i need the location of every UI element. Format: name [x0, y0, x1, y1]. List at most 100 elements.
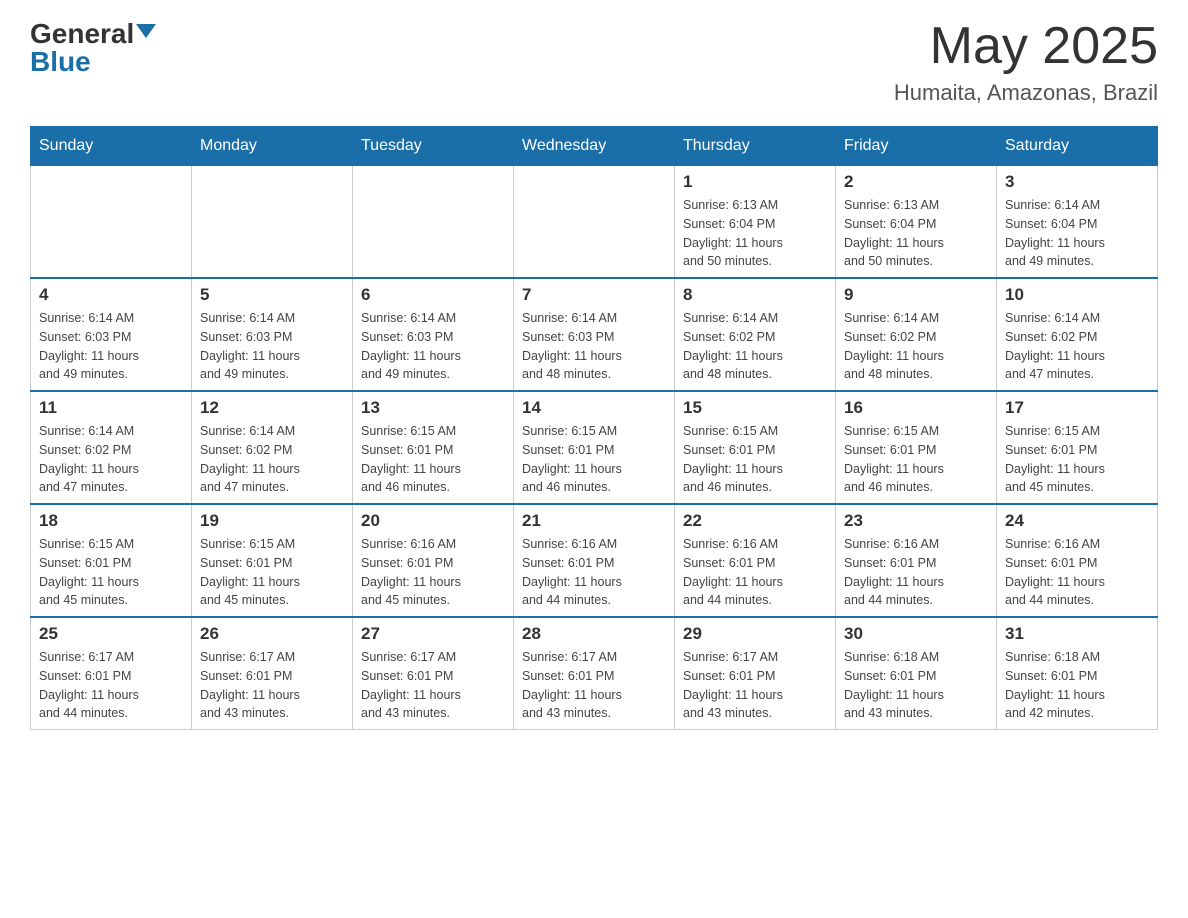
day-info: Sunrise: 6:17 AM Sunset: 6:01 PM Dayligh… — [683, 648, 827, 723]
calendar-cell: 7 Sunrise: 6:14 AM Sunset: 6:03 PM Daylig… — [514, 278, 675, 391]
calendar-cell: 30 Sunrise: 6:18 AM Sunset: 6:01 PM Dayli… — [836, 617, 997, 730]
day-info: Sunrise: 6:14 AM Sunset: 6:02 PM Dayligh… — [844, 309, 988, 384]
day-number: 22 — [683, 511, 827, 531]
calendar-cell: 12Sunrise: 6:14 AM Sunset: 6:02 PM Dayli… — [192, 391, 353, 504]
day-info: Sunrise: 6:15 AM Sunset: 6:01 PM Dayligh… — [200, 535, 344, 610]
day-info: Sunrise: 6:16 AM Sunset: 6:01 PM Dayligh… — [522, 535, 666, 610]
title-section: May 2025 Humaita, Amazonas, Brazil — [894, 20, 1158, 106]
day-info: Sunrise: 6:14 AM Sunset: 6:03 PM Dayligh… — [200, 309, 344, 384]
day-info: Sunrise: 6:18 AM Sunset: 6:01 PM Dayligh… — [844, 648, 988, 723]
day-number: 5 — [200, 285, 344, 305]
calendar-cell: 6 Sunrise: 6:14 AM Sunset: 6:03 PM Daylig… — [353, 278, 514, 391]
day-number: 18 — [39, 511, 183, 531]
day-number: 28 — [522, 624, 666, 644]
day-number: 13 — [361, 398, 505, 418]
day-number: 6 — [361, 285, 505, 305]
day-number: 23 — [844, 511, 988, 531]
month-title: May 2025 — [894, 20, 1158, 72]
day-number: 11 — [39, 398, 183, 418]
day-number: 21 — [522, 511, 666, 531]
day-info: Sunrise: 6:15 AM Sunset: 6:01 PM Dayligh… — [522, 422, 666, 497]
calendar-cell: 10 Sunrise: 6:14 AM Sunset: 6:02 PM Dayli… — [997, 278, 1158, 391]
location-title: Humaita, Amazonas, Brazil — [894, 80, 1158, 106]
day-info: Sunrise: 6:14 AM Sunset: 6:03 PM Dayligh… — [522, 309, 666, 384]
day-info: Sunrise: 6:18 AM Sunset: 6:01 PM Dayligh… — [1005, 648, 1149, 723]
day-info: Sunrise: 6:14 AM Sunset: 6:04 PM Dayligh… — [1005, 196, 1149, 271]
day-number: 29 — [683, 624, 827, 644]
calendar-week-row: 11 Sunrise: 6:14 AM Sunset: 6:02 PM Dayli… — [31, 391, 1158, 504]
calendar-cell: 22Sunrise: 6:16 AM Sunset: 6:01 PM Dayli… — [675, 504, 836, 617]
calendar-week-row: 4 Sunrise: 6:14 AM Sunset: 6:03 PM Daylig… — [31, 278, 1158, 391]
day-info: Sunrise: 6:14 AM Sunset: 6:02 PM Dayligh… — [1005, 309, 1149, 384]
day-info: Sunrise: 6:13 AM Sunset: 6:04 PM Dayligh… — [844, 196, 988, 271]
calendar-cell: 25 Sunrise: 6:17 AM Sunset: 6:01 PM Dayli… — [31, 617, 192, 730]
weekday-header-friday: Friday — [836, 127, 997, 166]
day-info: Sunrise: 6:15 AM Sunset: 6:01 PM Dayligh… — [39, 535, 183, 610]
calendar-cell: 9 Sunrise: 6:14 AM Sunset: 6:02 PM Daylig… — [836, 278, 997, 391]
day-number: 4 — [39, 285, 183, 305]
weekday-header-thursday: Thursday — [675, 127, 836, 166]
weekday-header-row: SundayMondayTuesdayWednesdayThursdayFrid… — [31, 127, 1158, 166]
day-number: 31 — [1005, 624, 1149, 644]
day-number: 7 — [522, 285, 666, 305]
weekday-header-monday: Monday — [192, 127, 353, 166]
weekday-header-wednesday: Wednesday — [514, 127, 675, 166]
day-number: 3 — [1005, 172, 1149, 192]
calendar-week-row: 25 Sunrise: 6:17 AM Sunset: 6:01 PM Dayli… — [31, 617, 1158, 730]
calendar-cell: 23Sunrise: 6:16 AM Sunset: 6:01 PM Dayli… — [836, 504, 997, 617]
calendar-week-row: 18 Sunrise: 6:15 AM Sunset: 6:01 PM Dayli… — [31, 504, 1158, 617]
day-number: 8 — [683, 285, 827, 305]
day-info: Sunrise: 6:15 AM Sunset: 6:01 PM Dayligh… — [361, 422, 505, 497]
day-info: Sunrise: 6:16 AM Sunset: 6:01 PM Dayligh… — [1005, 535, 1149, 610]
day-info: Sunrise: 6:17 AM Sunset: 6:01 PM Dayligh… — [39, 648, 183, 723]
page-header: General Blue May 2025 Humaita, Amazonas,… — [30, 20, 1158, 106]
day-info: Sunrise: 6:17 AM Sunset: 6:01 PM Dayligh… — [361, 648, 505, 723]
day-number: 10 — [1005, 285, 1149, 305]
calendar-cell: 28 Sunrise: 6:17 AM Sunset: 6:01 PM Dayli… — [514, 617, 675, 730]
day-number: 24 — [1005, 511, 1149, 531]
day-number: 17 — [1005, 398, 1149, 418]
weekday-header-sunday: Sunday — [31, 127, 192, 166]
calendar-cell: 3 Sunrise: 6:14 AM Sunset: 6:04 PM Daylig… — [997, 166, 1158, 279]
calendar-cell: 14 Sunrise: 6:15 AM Sunset: 6:01 PM Dayli… — [514, 391, 675, 504]
day-info: Sunrise: 6:16 AM Sunset: 6:01 PM Dayligh… — [361, 535, 505, 610]
calendar-cell: 2 Sunrise: 6:13 AM Sunset: 6:04 PM Daylig… — [836, 166, 997, 279]
calendar-cell: 27Sunrise: 6:17 AM Sunset: 6:01 PM Dayli… — [353, 617, 514, 730]
day-number: 30 — [844, 624, 988, 644]
day-info: Sunrise: 6:14 AM Sunset: 6:02 PM Dayligh… — [200, 422, 344, 497]
calendar-cell: 24 Sunrise: 6:16 AM Sunset: 6:01 PM Dayli… — [997, 504, 1158, 617]
calendar-cell: 4 Sunrise: 6:14 AM Sunset: 6:03 PM Daylig… — [31, 278, 192, 391]
calendar-cell: 11 Sunrise: 6:14 AM Sunset: 6:02 PM Dayli… — [31, 391, 192, 504]
calendar-cell: 19 Sunrise: 6:15 AM Sunset: 6:01 PM Dayli… — [192, 504, 353, 617]
calendar-cell: 8 Sunrise: 6:14 AM Sunset: 6:02 PM Daylig… — [675, 278, 836, 391]
calendar-cell: 31 Sunrise: 6:18 AM Sunset: 6:01 PM Dayli… — [997, 617, 1158, 730]
calendar-cell: 13 Sunrise: 6:15 AM Sunset: 6:01 PM Dayli… — [353, 391, 514, 504]
day-number: 14 — [522, 398, 666, 418]
day-info: Sunrise: 6:17 AM Sunset: 6:01 PM Dayligh… — [522, 648, 666, 723]
calendar-cell: 15 Sunrise: 6:15 AM Sunset: 6:01 PM Dayli… — [675, 391, 836, 504]
day-number: 25 — [39, 624, 183, 644]
day-info: Sunrise: 6:14 AM Sunset: 6:03 PM Dayligh… — [39, 309, 183, 384]
day-info: Sunrise: 6:15 AM Sunset: 6:01 PM Dayligh… — [683, 422, 827, 497]
day-number: 15 — [683, 398, 827, 418]
day-info: Sunrise: 6:14 AM Sunset: 6:02 PM Dayligh… — [39, 422, 183, 497]
calendar-table: SundayMondayTuesdayWednesdayThursdayFrid… — [30, 126, 1158, 730]
weekday-header-tuesday: Tuesday — [353, 127, 514, 166]
day-number: 9 — [844, 285, 988, 305]
day-number: 20 — [361, 511, 505, 531]
day-number: 2 — [844, 172, 988, 192]
day-info: Sunrise: 6:15 AM Sunset: 6:01 PM Dayligh… — [844, 422, 988, 497]
calendar-cell: 16 Sunrise: 6:15 AM Sunset: 6:01 PM Dayli… — [836, 391, 997, 504]
logo-blue-text: Blue — [30, 48, 91, 76]
calendar-cell: 26Sunrise: 6:17 AM Sunset: 6:01 PM Dayli… — [192, 617, 353, 730]
calendar-cell — [192, 166, 353, 279]
weekday-header-saturday: Saturday — [997, 127, 1158, 166]
calendar-cell: 20 Sunrise: 6:16 AM Sunset: 6:01 PM Dayli… — [353, 504, 514, 617]
day-number: 19 — [200, 511, 344, 531]
calendar-cell — [514, 166, 675, 279]
calendar-week-row: 1Sunrise: 6:13 AM Sunset: 6:04 PM Daylig… — [31, 166, 1158, 279]
logo-triangle-icon — [136, 24, 156, 38]
day-info: Sunrise: 6:14 AM Sunset: 6:03 PM Dayligh… — [361, 309, 505, 384]
day-number: 16 — [844, 398, 988, 418]
day-info: Sunrise: 6:14 AM Sunset: 6:02 PM Dayligh… — [683, 309, 827, 384]
